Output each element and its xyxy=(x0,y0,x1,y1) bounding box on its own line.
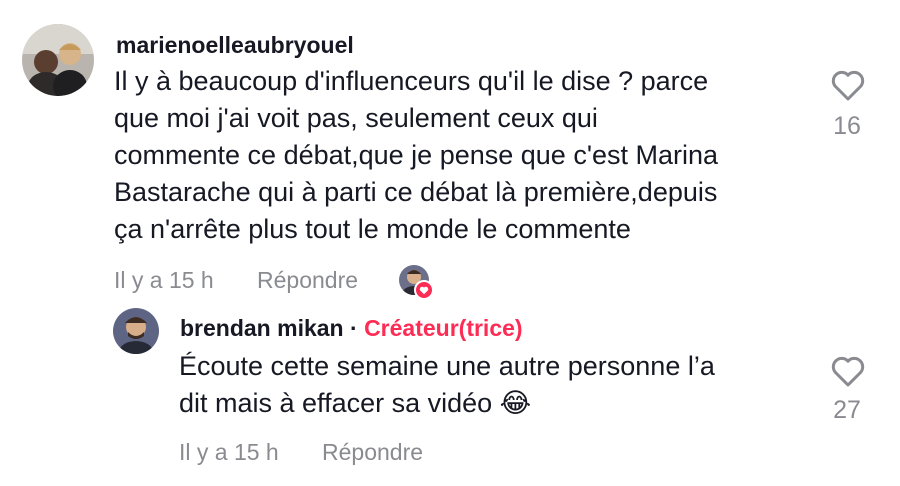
heart-outline-icon[interactable] xyxy=(830,354,866,388)
comment-text-line: Bastarache qui à parti ce débat là premi… xyxy=(114,177,718,207)
like-count: 16 xyxy=(833,112,861,140)
like-count: 27 xyxy=(833,396,861,424)
heart-outline-icon[interactable] xyxy=(830,68,866,102)
avatar[interactable] xyxy=(113,308,159,354)
heart-badge-icon xyxy=(414,280,434,300)
reply-timestamp: Il y a 15 h xyxy=(179,439,279,465)
comment-text-line: ça n'arrête plus tout le monde le commen… xyxy=(114,214,631,244)
separator: · xyxy=(350,315,358,341)
comment-text-line: Il y à beaucoup d'influenceurs qu'il le … xyxy=(114,66,709,96)
reply-button[interactable]: Répondre xyxy=(322,439,423,466)
comment-timestamp: Il y a 15 h xyxy=(114,267,214,293)
reply-button[interactable]: Répondre xyxy=(257,267,358,294)
comment-text-line: commente ce débat,que je pense que c'est… xyxy=(114,140,719,170)
reply-text-line: Écoute cette semaine une autre personne … xyxy=(179,351,715,381)
avatar[interactable] xyxy=(22,24,94,96)
reply-text: Écoute cette semaine une autre personne … xyxy=(179,348,715,422)
like-button[interactable] xyxy=(828,68,868,107)
reply-text-line: dit mais à effacer sa vidéo 😂 xyxy=(179,388,532,418)
comment-username[interactable]: marienoelleaubryouel xyxy=(116,32,354,59)
like-button[interactable] xyxy=(828,354,868,393)
comment-text-line: que moi j'ai voit pas, seulement ceux qu… xyxy=(114,103,598,133)
comment-text: Il y à beaucoup d'influenceurs qu'il le … xyxy=(114,63,718,248)
reply-username-line: brendan mikan · Créateur(trice) xyxy=(180,315,523,342)
reply-username[interactable]: brendan mikan xyxy=(180,315,344,341)
creator-badge: Créateur(trice) xyxy=(364,315,523,341)
